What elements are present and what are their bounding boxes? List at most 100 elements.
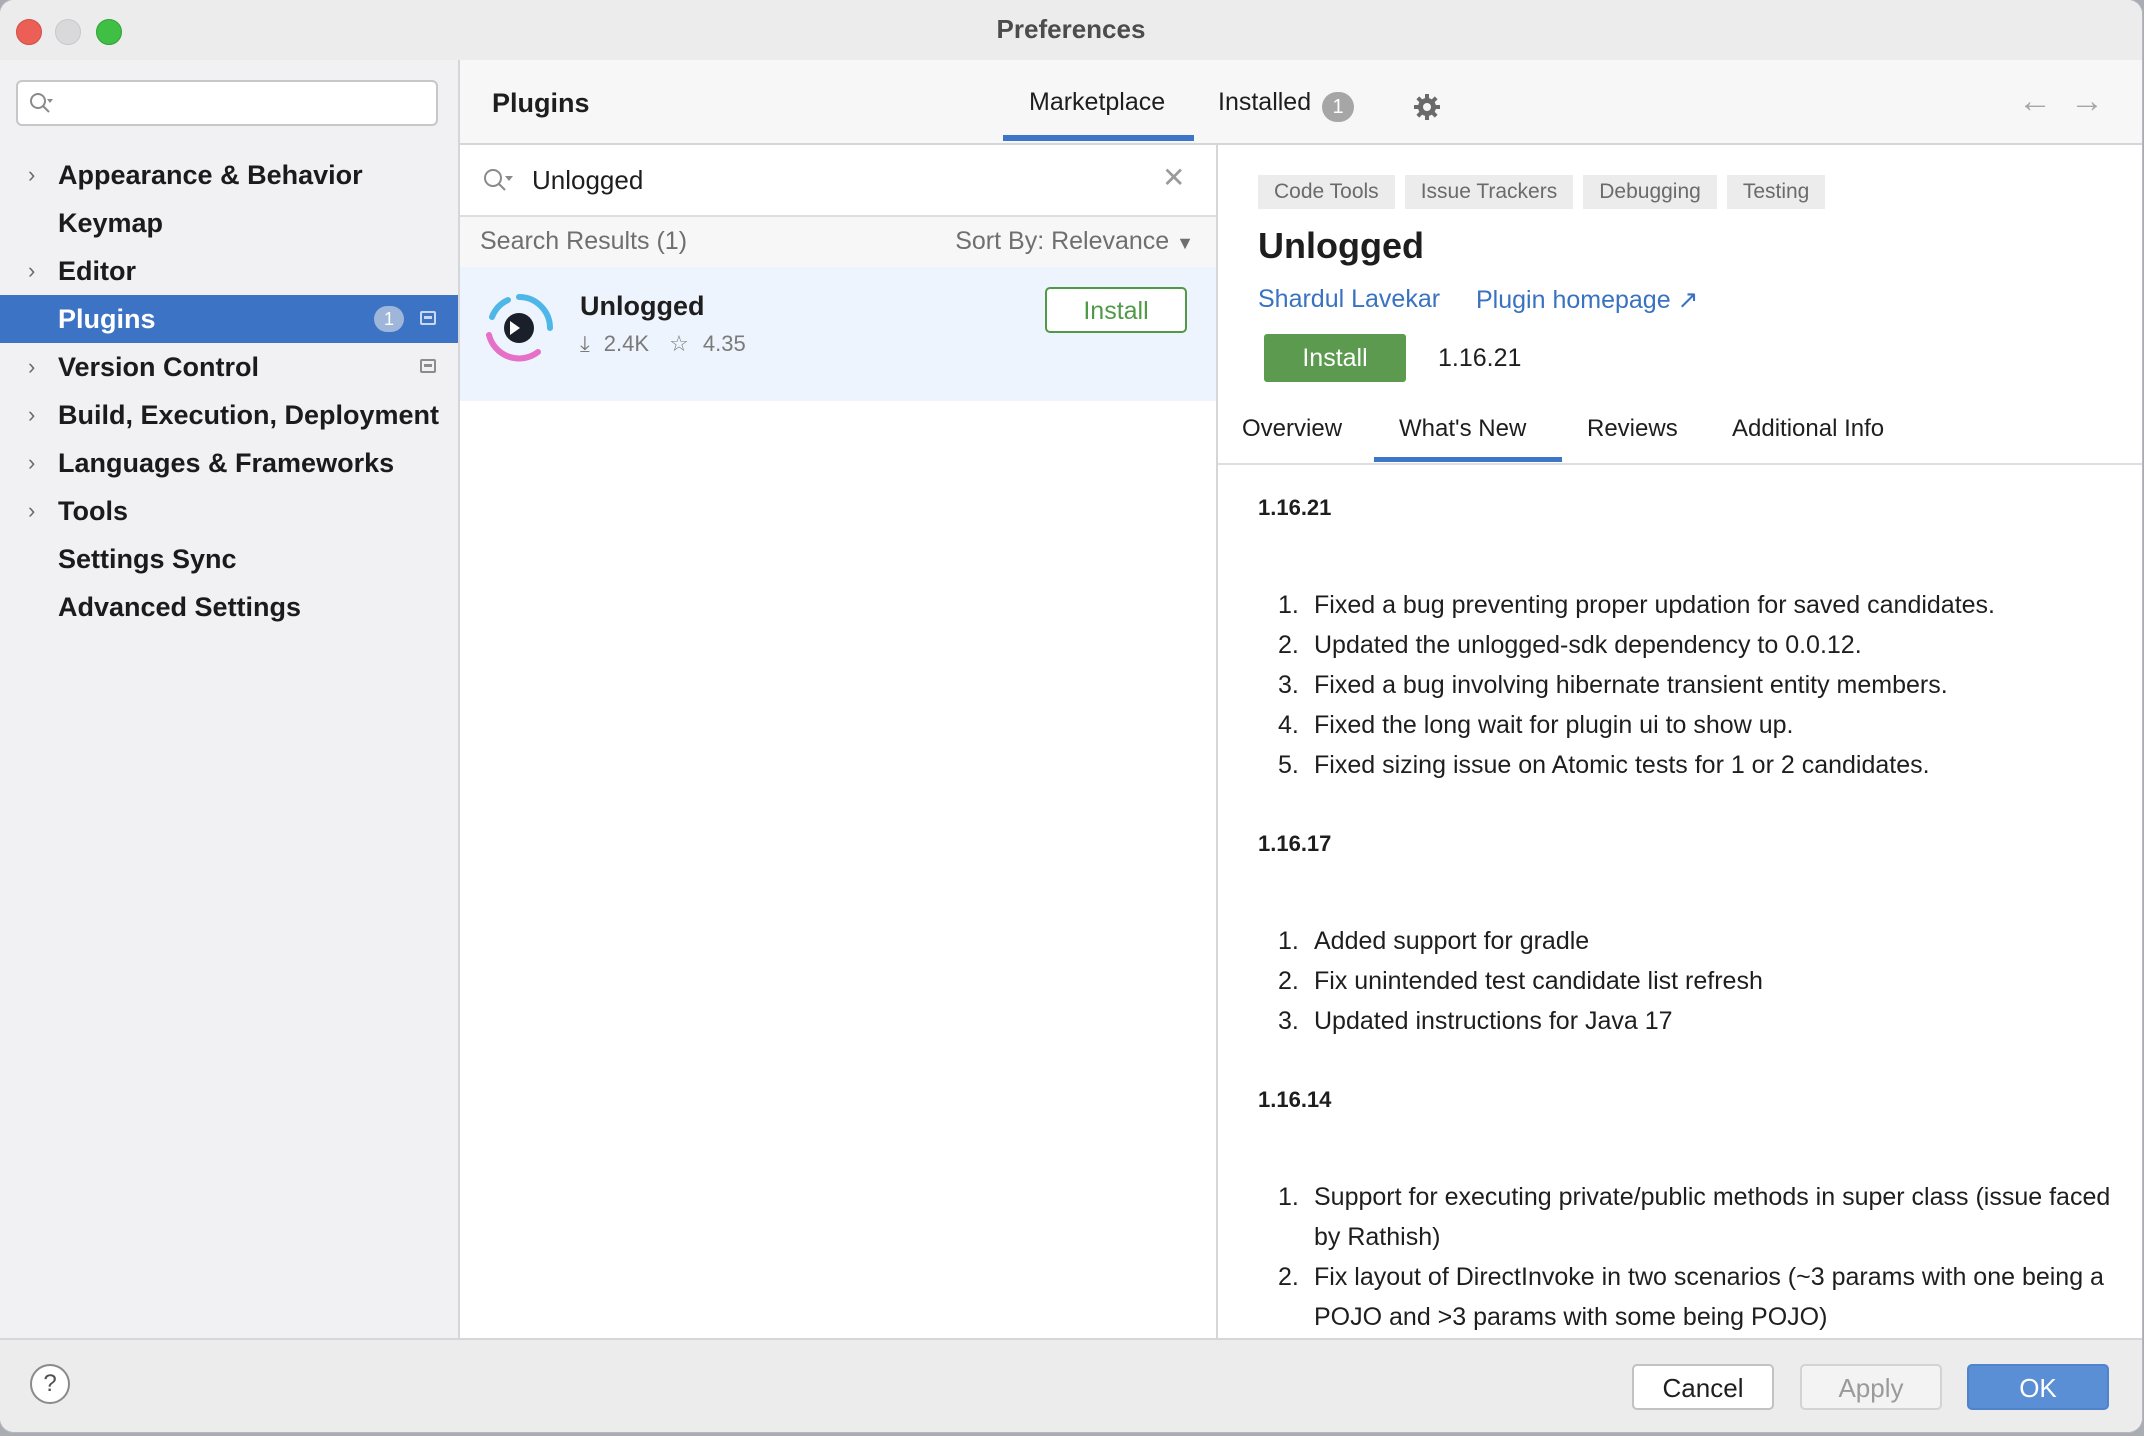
sidebar-item-label: Editor <box>58 256 136 286</box>
release-note-text: Fixed the long wait for plugin ui to sho… <box>1314 711 1794 739</box>
chevron-right-icon[interactable]: › <box>28 391 42 439</box>
release-notes-list: 1. Fixed a bug preventing proper updation… <box>1258 585 2118 785</box>
arrow-right-icon[interactable]: → <box>2070 82 2104 121</box>
ok-button[interactable]: OK <box>1967 1364 2109 1410</box>
sort-dropdown[interactable]: Sort By: Relevance ▼ <box>955 227 1194 256</box>
release-note-item: 2. Fix unintended test candidate list ref… <box>1258 961 2118 1001</box>
cancel-button[interactable]: Cancel <box>1632 1364 1774 1410</box>
sidebar-item-label: Settings Sync <box>58 544 237 574</box>
plugin-search-field[interactable]: Unlogged ✕ <box>460 145 1216 217</box>
install-button[interactable]: Install <box>1045 287 1187 333</box>
sidebar-item-label: Keymap <box>58 208 164 238</box>
sidebar-item[interactable]: Advanced Settings <box>0 583 458 631</box>
plugin-tag[interactable]: Testing <box>1726 175 1826 209</box>
sidebar-item[interactable]: › Languages & Frameworks <box>0 439 458 487</box>
plugins-header: Plugins Marketplace Installed 1 ← → <box>460 60 2142 145</box>
sidebar-item[interactable]: Plugins 1 <box>0 295 458 343</box>
plugin-detail-title: Unlogged <box>1258 225 1424 266</box>
gear-icon[interactable] <box>1412 92 1442 122</box>
search-icon <box>484 169 513 191</box>
sidebar-item[interactable]: › Tools <box>0 487 458 535</box>
release-version: 1.16.14 <box>1258 1087 1332 1112</box>
plugin-tag[interactable]: Code Tools <box>1258 175 1395 209</box>
unlogged-logo-icon <box>486 294 553 362</box>
list-number: 1. <box>1278 1183 1299 1211</box>
plugin-list-item[interactable]: Unlogged ⤓ 2.4K ☆ 4.35 Install <box>460 267 1216 401</box>
sidebar-item[interactable]: › Version Control <box>0 343 458 391</box>
plugin-tag[interactable]: Debugging <box>1583 175 1717 209</box>
sidebar-item-label: Plugins <box>58 304 156 334</box>
page-title: Plugins <box>492 88 590 118</box>
tab-reviews[interactable]: Reviews <box>1587 415 1678 443</box>
sidebar-item-label: Tools <box>58 496 128 526</box>
project-scope-icon <box>420 359 436 373</box>
update-count-badge: 1 <box>374 306 404 332</box>
whats-new-content: 1.16.21 1. Fixed a bug preventing proper u… <box>1258 495 2118 1338</box>
tab-whats-new[interactable]: What's New <box>1399 415 1526 443</box>
sidebar-item-label: Appearance & Behavior <box>58 160 363 190</box>
star-icon: ☆ <box>669 331 689 356</box>
plugin-stats: ⤓ 2.4K ☆ 4.35 <box>580 331 760 357</box>
project-scope-icon <box>420 311 436 325</box>
download-count: 2.4K <box>603 331 649 356</box>
plugin-version: 1.16.21 <box>1438 344 1522 372</box>
chevron-right-icon[interactable]: › <box>28 487 42 535</box>
sidebar-item[interactable]: › Build, Execution, Deployment <box>0 391 458 439</box>
list-number: 4. <box>1278 711 1299 739</box>
title-bar: Preferences <box>0 0 2142 60</box>
release-version: 1.16.17 <box>1258 831 1332 856</box>
sidebar-item[interactable]: Keymap <box>0 199 458 247</box>
vendor-link[interactable]: Shardul Lavekar <box>1258 285 1440 314</box>
sidebar-item[interactable]: › Appearance & Behavior <box>0 151 458 199</box>
plugin-detail-pane: Code Tools Issue Trackers Debugging Testing… <box>1218 145 2142 1338</box>
download-icon: ⤓ <box>580 331 590 356</box>
active-tab-indicator <box>1003 135 1194 141</box>
release-note-text: Support for executing private/public met… <box>1314 1183 2111 1251</box>
arrow-left-icon[interactable]: ← <box>2018 82 2052 121</box>
help-button[interactable]: ? <box>30 1364 70 1404</box>
release-note-text: Fixed sizing issue on Atomic tests for 1… <box>1314 751 1930 779</box>
list-number: 1. <box>1278 591 1299 619</box>
sort-label: Sort By: Relevance <box>955 227 1170 255</box>
plugin-list-pane: Unlogged ✕ Search Results (1) Sort By: R… <box>460 145 1218 1338</box>
chevron-right-icon[interactable]: › <box>28 343 42 391</box>
sidebar-item-label: Advanced Settings <box>58 592 302 622</box>
chevron-right-icon[interactable]: › <box>28 151 42 199</box>
rating-value: 4.35 <box>702 331 746 356</box>
release-note-item: 3. Updated instructions for Java 17 <box>1258 1001 2118 1041</box>
window-title: Preferences <box>996 14 1146 44</box>
tab-installed[interactable]: Installed <box>1218 88 1311 117</box>
list-number: 3. <box>1278 671 1299 699</box>
plugin-homepage-link[interactable]: Plugin homepage ↗ <box>1476 285 1699 315</box>
list-number: 2. <box>1278 967 1299 995</box>
release-note-item: 3. Fixed a bug involving hibernate transi… <box>1258 665 2118 705</box>
sidebar-item[interactable]: Settings Sync <box>0 535 458 583</box>
detail-tabs: Overview What's New Reviews Additional I… <box>1218 405 2142 465</box>
tab-overview[interactable]: Overview <box>1242 415 1342 443</box>
plugin-tag[interactable]: Issue Trackers <box>1404 175 1574 209</box>
list-number: 5. <box>1278 751 1299 779</box>
active-tab-indicator <box>1374 457 1562 462</box>
release-notes-list: 1. Added support for gradle 2. Fix unintend… <box>1258 921 2118 1041</box>
install-button-primary[interactable]: Install <box>1264 334 1406 382</box>
apply-button[interactable]: Apply <box>1800 1364 1942 1410</box>
settings-search-input[interactable] <box>16 80 438 126</box>
release-note-item: 1. Support for executing private/public m… <box>1258 1177 2118 1257</box>
list-number: 1. <box>1278 927 1299 955</box>
release-note-item: 1. Fixed a bug preventing proper updation… <box>1258 585 2118 625</box>
clear-search-icon[interactable]: ✕ <box>1162 161 1185 194</box>
release-version: 1.16.21 <box>1258 495 1332 520</box>
sidebar-item[interactable]: › Editor <box>0 247 458 295</box>
release-notes-list: 1. Support for executing private/public m… <box>1258 1177 2118 1337</box>
release-note-text: Fix unintended test candidate list refre… <box>1314 967 1763 995</box>
tab-additional-info[interactable]: Additional Info <box>1732 415 1884 443</box>
chevron-right-icon[interactable]: › <box>28 439 42 487</box>
release-note-item: 1. Added support for gradle <box>1258 921 2118 961</box>
chevron-down-icon: ▼ <box>1176 233 1194 253</box>
plugin-name: Unlogged <box>580 291 705 321</box>
list-number: 2. <box>1278 1263 1299 1291</box>
chevron-right-icon[interactable]: › <box>28 247 42 295</box>
release-note-text: Fixed a bug preventing proper updation f… <box>1314 591 1996 619</box>
list-number: 2. <box>1278 631 1299 659</box>
tab-marketplace[interactable]: Marketplace <box>1029 88 1165 117</box>
